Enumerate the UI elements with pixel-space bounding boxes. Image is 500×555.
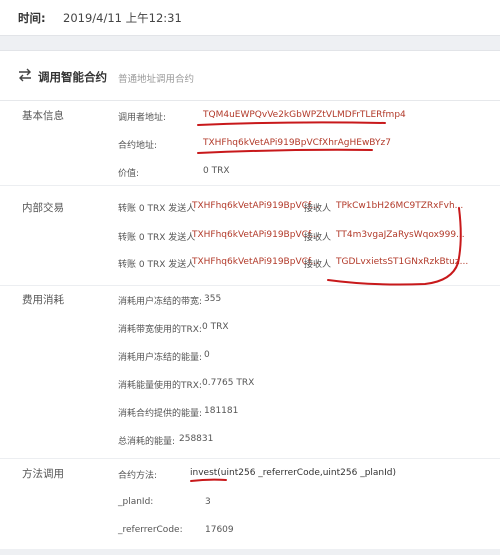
caller-address-key: 调用者地址: (118, 113, 167, 123)
plan-id-value: 3 (205, 497, 211, 507)
contract-address-key: 合约地址: (118, 141, 158, 151)
value-key: 价值: (118, 169, 140, 179)
transfer-text: 转账 0 TRX 发送人 (118, 260, 196, 270)
fee-value: 355 (204, 294, 222, 304)
card-title: 调用智能合约 (38, 70, 107, 84)
method-name: invest(uint256 _referrerCode,uint256 _pl… (190, 468, 396, 478)
basic-info-label: 基本信息 (22, 110, 64, 122)
basic-info-section: 基本信息 调用者地址: TQM4uEWPQvVe2kGbWPZtVLMDFrTL… (0, 101, 500, 186)
caller-address-link[interactable]: TQM4uEWPQvVe2kGbWPZtVLMDFrTLERfmp4 (203, 110, 406, 120)
fee-value: 0 (204, 350, 210, 360)
fee-key: 总消耗的能量: (118, 437, 176, 447)
receiver-label: 接收人 (304, 204, 332, 214)
internal-tx-section: 内部交易 转账 0 TRX 发送人 TXHFhq6kVetAPi919BpVCf… (0, 186, 500, 286)
fee-key: 消耗带宽使用的TRX: (118, 325, 202, 335)
internal-tx-label: 内部交易 (22, 202, 64, 214)
referrer-code-key: _referrerCode: (118, 525, 183, 535)
fees-label: 费用消耗 (22, 294, 64, 306)
referrer-code-value: 17609 (205, 525, 234, 535)
method-key: 合约方法: (118, 471, 158, 481)
transfer-text: 转账 0 TRX 发送人 (118, 233, 196, 243)
transfer-text: 转账 0 TRX 发送人 (118, 204, 196, 214)
value-value: 0 TRX (203, 166, 230, 176)
fee-value: 181181 (204, 406, 239, 416)
contract-address-link[interactable]: TXHFhq6kVetAPi919BpVCfXhrAgHEwBYz7 (203, 138, 391, 148)
method-label: 方法调用 (22, 468, 64, 480)
sender-link[interactable]: TXHFhq6kVetAPi919BpVCf... (192, 257, 319, 267)
receiver-link[interactable]: TT4m3vgaJZaRysWqox999... (336, 230, 465, 240)
fee-value: 0 TRX (202, 322, 229, 332)
time-bar: 时间: 2019/4/11 上午12:31 (0, 0, 500, 36)
receiver-link[interactable]: TPkCw1bH26MC9TZRxFvh... (336, 201, 463, 211)
sender-link[interactable]: TXHFhq6kVetAPi919BpVCf... (192, 230, 319, 240)
method-section: 方法调用 合约方法: invest(uint256 _referrerCode,… (0, 459, 500, 550)
fees-section: 费用消耗 消耗用户冻结的带宽: 355 消耗带宽使用的TRX: 0 TRX 消耗… (0, 286, 500, 459)
time-label: 时间: (18, 11, 46, 25)
card-subtitle: 普通地址调用合约 (118, 74, 195, 85)
card-header: 调用智能合约 普通地址调用合约 (0, 51, 500, 101)
receiver-link[interactable]: TGDLvxietsST1GNxRzkBtuz... (336, 257, 468, 267)
contract-call-card: 调用智能合约 普通地址调用合约 基本信息 调用者地址: TQM4uEWPQvVe… (0, 50, 500, 549)
fee-value: 258831 (179, 434, 214, 444)
method-signature: (uint256 _referrerCode,uint256 _planId) (217, 468, 397, 478)
fee-value: 0.7765 TRX (202, 378, 255, 388)
method-name-text: invest (190, 468, 218, 478)
fee-key: 消耗用户冻结的带宽: (118, 297, 203, 307)
plan-id-key: _planId: (118, 497, 154, 507)
receiver-label: 接收人 (304, 233, 332, 243)
swap-arrows-icon (19, 68, 31, 82)
fee-key: 消耗能量使用的TRX: (118, 381, 202, 391)
fee-key: 消耗合约提供的能量: (118, 409, 203, 419)
fee-key: 消耗用户冻结的能量: (118, 353, 203, 363)
sender-link[interactable]: TXHFhq6kVetAPi919BpVCf... (192, 201, 319, 211)
receiver-label: 接收人 (304, 260, 332, 270)
time-value: 2019/4/11 上午12:31 (63, 11, 182, 25)
